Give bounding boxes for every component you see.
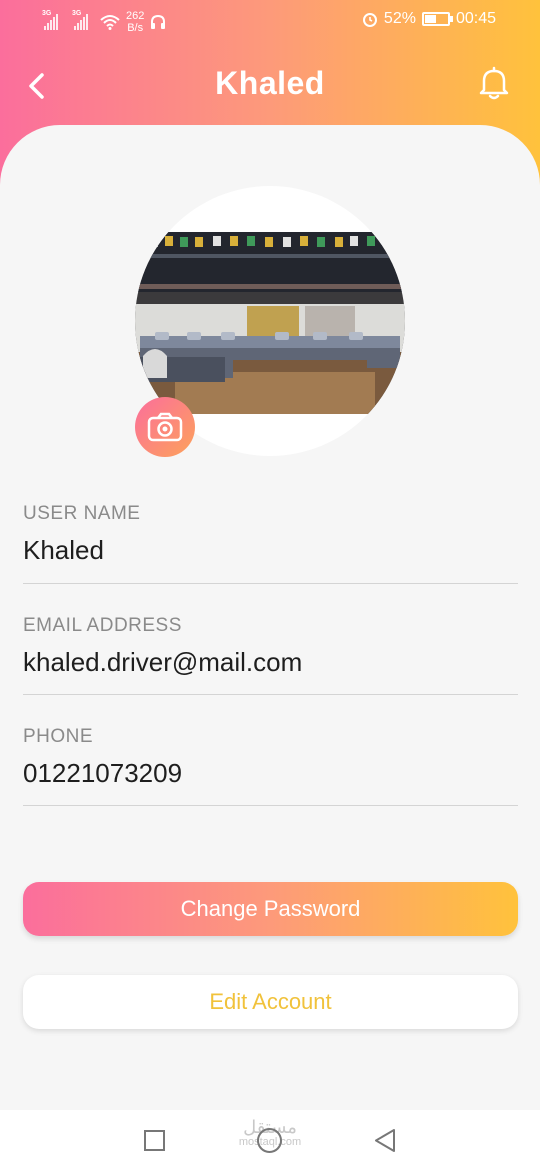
status-left: 3G 3G 262 B/s: [42, 10, 166, 34]
camera-icon: [147, 412, 183, 442]
email-value: khaled.driver@mail.com: [23, 647, 303, 677]
signal-2-icon: 3G: [72, 10, 88, 30]
phone-field: PHONE 01221073209: [23, 726, 518, 806]
email-label: EMAIL ADDRESS: [23, 615, 182, 636]
home-button[interactable]: [257, 1128, 282, 1153]
wifi-icon: [100, 15, 120, 30]
profile-photo: [135, 232, 405, 414]
username-field: USER NAME Khaled: [23, 503, 518, 584]
app-header: Khaled: [0, 55, 540, 115]
phone-value: 01221073209: [23, 758, 183, 788]
clock-time: 00:45: [455, 10, 496, 27]
network-type-1: 3G: [42, 10, 52, 17]
signal-1-icon: 3G: [42, 10, 58, 30]
headphones-icon: [151, 14, 166, 29]
battery-percent: 52%: [383, 10, 416, 27]
phone-label: PHONE: [23, 726, 94, 747]
status-bar: 3G 3G 262 B/s 52% 00:45: [0, 0, 540, 42]
change-photo-button[interactable]: [135, 397, 195, 457]
edit-account-button[interactable]: Edit Account: [23, 975, 518, 1029]
alarm-icon: [362, 13, 377, 27]
system-back-button[interactable]: [372, 1127, 398, 1154]
recent-apps-button[interactable]: [144, 1130, 165, 1151]
username-label: USER NAME: [23, 503, 141, 524]
network-speed-value: 262: [126, 10, 145, 22]
username-value: Khaled: [23, 535, 104, 565]
page-title: Khaled: [215, 65, 325, 101]
system-nav-bar: مستقل mostaql.com: [0, 1110, 540, 1170]
bell-icon: [479, 66, 509, 100]
email-field: EMAIL ADDRESS khaled.driver@mail.com: [23, 615, 518, 695]
battery-icon: [421, 12, 453, 26]
change-password-button[interactable]: Change Password: [23, 882, 518, 936]
network-type-2: 3G: [72, 10, 82, 17]
notifications-button[interactable]: [474, 63, 514, 103]
network-speed-unit: B/s: [127, 22, 144, 34]
battery-fill: [424, 15, 436, 23]
status-right: 52% 00:45: [362, 10, 496, 28]
network-speed: 262 B/s: [126, 10, 144, 34]
